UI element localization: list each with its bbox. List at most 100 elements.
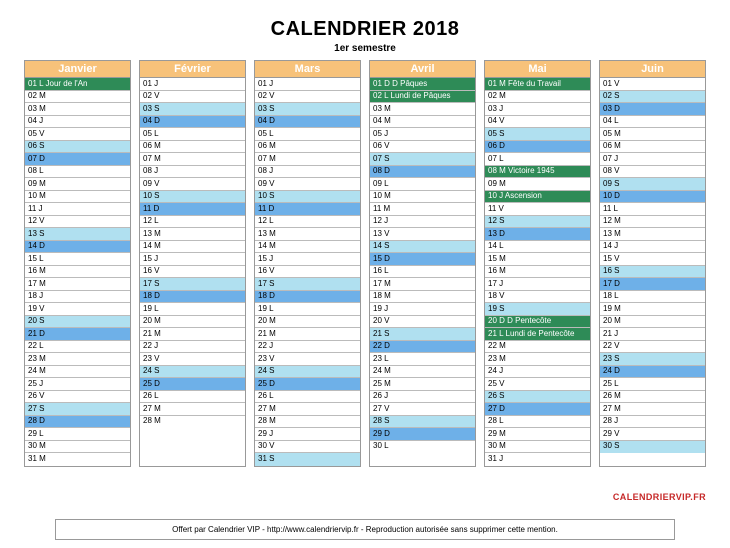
day-cell: 19 S: [485, 303, 590, 316]
day-cell: 13 M: [600, 228, 705, 241]
day-cell: 05 V: [25, 128, 130, 141]
day-cell: 24 J: [485, 366, 590, 379]
day-cell: 10 J Ascension: [485, 191, 590, 204]
day-cell: 12 S: [485, 216, 590, 229]
day-cell: 30 S: [600, 441, 705, 454]
day-cell: 02 V: [255, 91, 360, 104]
day-cell: 04 V: [485, 116, 590, 129]
day-cell: 16 M: [25, 266, 130, 279]
day-cell: 02 M: [485, 91, 590, 104]
day-cell: 13 D: [485, 228, 590, 241]
day-cell: 15 V: [600, 253, 705, 266]
day-cell: 01 J: [255, 78, 360, 91]
day-cell: 10 M: [370, 191, 475, 204]
day-cell: 26 M: [600, 391, 705, 404]
day-cell: 27 V: [370, 403, 475, 416]
day-cell: 13 S: [25, 228, 130, 241]
day-cell: 20 M: [255, 316, 360, 329]
day-cell: 07 M: [255, 153, 360, 166]
day-cell: 21 L Lundi de Pentecôte: [485, 328, 590, 341]
day-cell: 22 J: [140, 341, 245, 354]
day-cell: 17 M: [370, 278, 475, 291]
day-cell: 27 S: [25, 403, 130, 416]
day-cell: 22 L: [25, 341, 130, 354]
day-cell: 07 J: [600, 153, 705, 166]
day-cell: 04 L: [600, 116, 705, 129]
day-cell: 19 L: [255, 303, 360, 316]
day-cell: 01 M Fête du Travail: [485, 78, 590, 91]
day-cell: 08 J: [140, 166, 245, 179]
day-cell: 14 D: [25, 241, 130, 254]
day-cell: 23 S: [600, 353, 705, 366]
day-cell: 16 V: [140, 266, 245, 279]
day-cell: 30 V: [255, 441, 360, 454]
day-cell: 31 J: [485, 453, 590, 466]
day-cell: 25 D: [255, 378, 360, 391]
day-cell: 13 V: [370, 228, 475, 241]
day-cell: 21 S: [370, 328, 475, 341]
day-cell: 28 L: [485, 416, 590, 429]
day-cell: 09 V: [140, 178, 245, 191]
day-cell: 12 M: [600, 216, 705, 229]
day-cell: 18 V: [485, 291, 590, 304]
day-cell: 19 V: [25, 303, 130, 316]
day-cell: 22 M: [485, 341, 590, 354]
page-title: CALENDRIER 2018: [24, 18, 706, 41]
day-cell: 18 L: [600, 291, 705, 304]
day-cell: 18 J: [25, 291, 130, 304]
day-cell: 30 L: [370, 441, 475, 454]
day-cell: 06 V: [370, 141, 475, 154]
day-cell: 04 M: [370, 116, 475, 129]
day-cell: 27 D: [485, 403, 590, 416]
day-cell: 12 V: [25, 216, 130, 229]
day-cell: 29 M: [485, 428, 590, 441]
day-cell: 20 D D Pentecôte: [485, 316, 590, 329]
day-cell: 07 S: [370, 153, 475, 166]
day-cell: 20 M: [600, 316, 705, 329]
day-cell: 11 M: [370, 203, 475, 216]
month-column: Juin01 V02 S03 D04 L05 M06 M07 J08 V09 S…: [599, 60, 706, 467]
day-cell: 02 S: [600, 91, 705, 104]
day-cell: 10 M: [25, 191, 130, 204]
day-cell: 03 D: [600, 103, 705, 116]
day-cell: 16 L: [370, 266, 475, 279]
day-cell: 22 J: [255, 341, 360, 354]
day-cell: 05 L: [140, 128, 245, 141]
day-cell: 13 M: [255, 228, 360, 241]
day-cell: 12 L: [140, 216, 245, 229]
day-cell: 04 J: [25, 116, 130, 129]
day-cell: 29 L: [25, 428, 130, 441]
day-cell: 23 M: [25, 353, 130, 366]
day-cell: 18 D: [140, 291, 245, 304]
day-cell: 10 S: [255, 191, 360, 204]
day-cell: 27 M: [255, 403, 360, 416]
footer-text: Offert par Calendrier VIP - http://www.c…: [55, 519, 675, 540]
day-cell: 07 M: [140, 153, 245, 166]
day-cell: 29 D: [370, 428, 475, 441]
day-cell: 04 D: [140, 116, 245, 129]
month-header: Février: [140, 61, 245, 78]
day-cell: 14 M: [140, 241, 245, 254]
day-cell: 08 D: [370, 166, 475, 179]
day-cell: 04 D: [255, 116, 360, 129]
day-cell: 24 M: [25, 366, 130, 379]
day-cell: 25 D: [140, 378, 245, 391]
day-cell: 14 S: [370, 241, 475, 254]
page-subtitle: 1er semestre: [24, 43, 706, 54]
day-cell: 02 M: [25, 91, 130, 104]
month-header: Avril: [370, 61, 475, 78]
day-cell: 06 D: [485, 141, 590, 154]
day-cell: 18 M: [370, 291, 475, 304]
day-cell: 05 M: [600, 128, 705, 141]
day-cell: 23 L: [370, 353, 475, 366]
day-cell: 06 S: [25, 141, 130, 154]
day-cell: 05 L: [255, 128, 360, 141]
day-cell: 06 M: [255, 141, 360, 154]
day-cell: 22 D: [370, 341, 475, 354]
month-column: Avril01 D D Pâques02 L Lundi de Pâques03…: [369, 60, 476, 467]
day-cell: 11 V: [485, 203, 590, 216]
day-cell: 10 S: [140, 191, 245, 204]
month-column: Mars01 J02 V03 S04 D05 L06 M07 M08 J09 V…: [254, 60, 361, 467]
day-cell: 22 V: [600, 341, 705, 354]
day-cell: 03 J: [485, 103, 590, 116]
